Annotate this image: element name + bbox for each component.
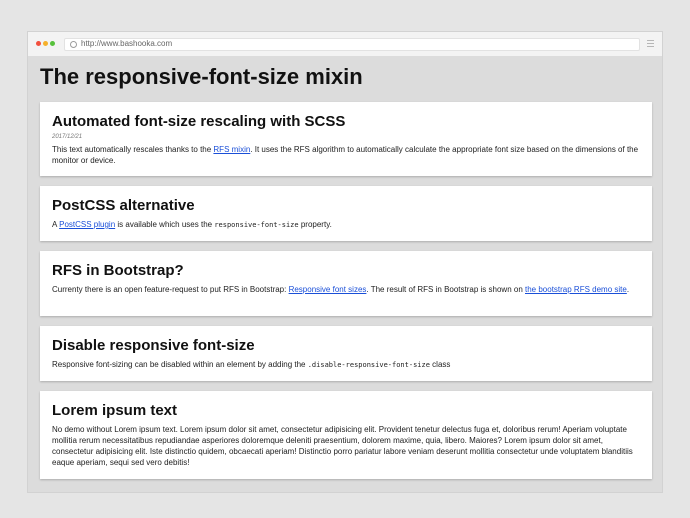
- card-disable-responsive: Disable responsive font-size Responsive …: [40, 326, 652, 381]
- postcss-plugin-link[interactable]: PostCSS plugin: [59, 220, 115, 229]
- text-segment: Currenty there is an open feature-reques…: [52, 285, 289, 294]
- close-window-icon[interactable]: [36, 41, 41, 46]
- card-heading: RFS in Bootstrap?: [52, 262, 184, 279]
- site-info-icon[interactable]: [70, 41, 77, 48]
- text-segment: Responsive font-sizing can be disabled w…: [52, 360, 308, 369]
- card-text: Responsive font-sizing can be disabled w…: [52, 359, 640, 371]
- card-heading: Disable responsive font-size: [52, 337, 255, 354]
- card-text: A PostCSS plugin is available which uses…: [52, 219, 640, 231]
- code-snippet: .disable-responsive-font-size: [307, 361, 430, 369]
- page-title: The responsive-font-size mixin: [40, 64, 363, 89]
- card-text: Currenty there is an open feature-reques…: [52, 284, 640, 295]
- card-heading: Automated font-size rescaling with SCSS: [52, 113, 346, 130]
- browser-titlebar: http://www.bashooka.com: [28, 32, 662, 56]
- minimize-window-icon[interactable]: [43, 41, 48, 46]
- bootstrap-rfs-demo-link[interactable]: the bootstrap RFS demo site: [525, 285, 627, 294]
- maximize-window-icon[interactable]: [50, 41, 55, 46]
- address-url: http://www.bashooka.com: [81, 39, 173, 48]
- browser-window: http://www.bashooka.com The responsive-f…: [28, 32, 662, 492]
- text-segment: property.: [298, 220, 332, 229]
- card-rfs-bootstrap: RFS in Bootstrap? Currenty there is an o…: [40, 251, 652, 316]
- card-date: 2017/12/21: [52, 134, 83, 140]
- card-postcss-alternative: PostCSS alternative A PostCSS plugin is …: [40, 186, 652, 241]
- text-segment: This text automatically rescales thanks …: [52, 145, 214, 154]
- card-heading: Lorem ipsum text: [52, 402, 178, 419]
- card-automated-rescaling: Automated font-size rescaling with SCSS …: [40, 102, 652, 176]
- rfs-mixin-link[interactable]: RFS mixin: [213, 145, 250, 154]
- responsive-font-sizes-link[interactable]: Responsive font sizes: [289, 285, 367, 294]
- card-text: No demo without Lorem ipsum text. Lorem …: [52, 425, 633, 467]
- text-segment: . The result of RFS in Bootstrap is show…: [366, 285, 525, 294]
- card-heading: PostCSS alternative: [52, 197, 195, 214]
- text-segment: class: [429, 360, 451, 369]
- address-bar[interactable]: http://www.bashooka.com: [64, 38, 640, 51]
- text-segment: is available which uses the: [115, 220, 215, 229]
- browser-menu-icon[interactable]: [647, 40, 654, 47]
- code-snippet: responsive-font-size: [214, 221, 299, 229]
- page-content: The responsive-font-size mixin Automated…: [28, 56, 662, 492]
- card-text: This text automatically rescales thanks …: [52, 144, 640, 166]
- card-lorem-ipsum: Lorem ipsum text No demo without Lorem i…: [40, 391, 652, 479]
- text-segment: .: [626, 285, 630, 294]
